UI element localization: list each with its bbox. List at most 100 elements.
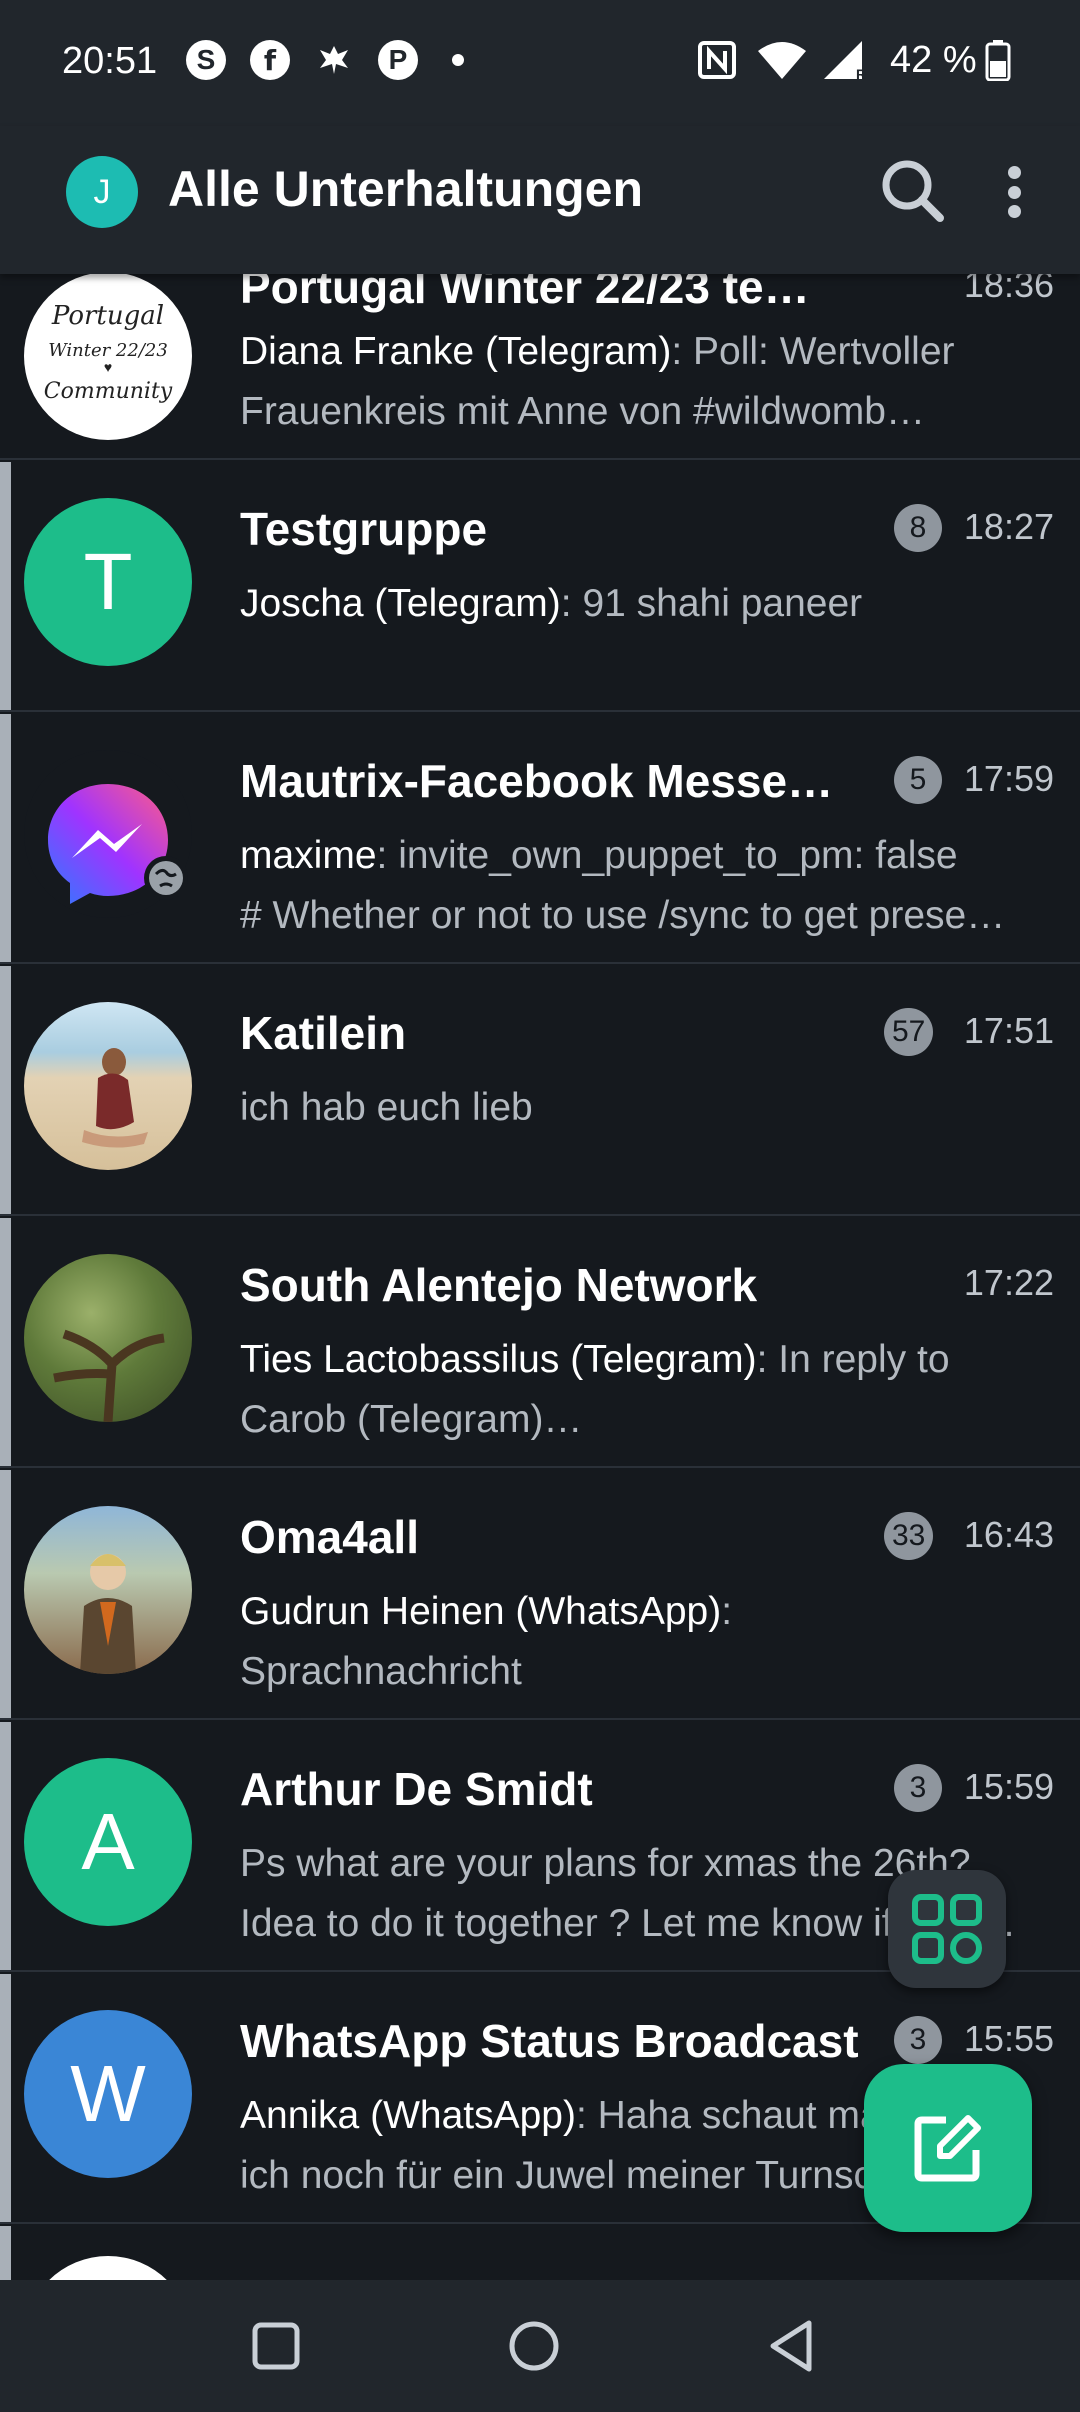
status-right: R 42 % (696, 36, 1011, 84)
conversation-preview: Ties Lactobassilus (Telegram): In reply … (240, 1330, 1040, 1450)
compose-button[interactable] (864, 2064, 1032, 2232)
conversation-time: 16:43 (963, 1514, 1054, 1555)
preview-sender: Diana Franke (Telegram) (240, 330, 672, 373)
preview-text-line2: # Whether or not to use /sync to get pre… (240, 894, 1006, 937)
conversation-time: 17:51 (963, 1010, 1054, 1051)
preview-text: : 91 shahi paneer (560, 582, 863, 625)
wifi-icon (758, 42, 806, 79)
status-bar: 20:51 S f P R 42 % (0, 0, 1080, 126)
conversation-time: 15:59 (963, 1766, 1054, 1807)
preview-text: : Poll: Wertvoller (671, 330, 955, 373)
conversation-row[interactable]: South Alentejo Network 17:22 Ties Lactob… (0, 1218, 1080, 1468)
preview-sender: Ties Lactobassilus (Telegram) (240, 1338, 757, 1381)
conversation-preview: maxime: invite_own_puppet_to_pm: false #… (240, 826, 1040, 946)
signal-icon: R (824, 41, 866, 81)
preview-sender: Annika (WhatsApp) (240, 2094, 576, 2137)
conversation-avatar: T (24, 498, 192, 666)
preview-text: ich hab euch lieb (240, 1086, 533, 1129)
menu-dot-icon (1007, 205, 1021, 218)
unread-badge: 5 (894, 756, 942, 804)
unread-badge: 3 (894, 2016, 942, 2064)
more-options-button[interactable] (996, 160, 1032, 224)
conversation-avatar: A (24, 1758, 192, 1926)
user-avatar[interactable]: J (66, 156, 138, 228)
preview-text: : (721, 1590, 733, 1633)
conversation-time: 15:55 (963, 2018, 1054, 2059)
conversation-title: Testgruppe (240, 503, 488, 555)
preview-text: : Haha schaut mal (575, 2094, 891, 2137)
status-time: 20:51 (62, 40, 158, 82)
square-icon (252, 2322, 300, 2370)
avatar-letter: W (70, 2049, 146, 2138)
compose-icon (914, 2115, 981, 2182)
facebook-icon: f (250, 40, 290, 80)
conversation-title: Mautrix-Facebook Messen… (240, 755, 860, 807)
conversation-preview: ich hab euch lieb (240, 1078, 1040, 1138)
preview-sender: Joscha (Telegram) (240, 582, 561, 625)
eagle-icon (314, 40, 354, 80)
conversation-title: Katilein (240, 1007, 407, 1059)
grid-icon (912, 1894, 982, 1964)
conversation-title: Arthur De Smidt (240, 1763, 593, 1815)
menu-dot-icon (1007, 185, 1021, 199)
spaces-button[interactable] (888, 1870, 1006, 1988)
unread-badge: 3 (894, 1764, 942, 1812)
conversation-row[interactable] (0, 2226, 1080, 2280)
conversation-avatar (24, 1002, 192, 1170)
recents-button[interactable] (244, 2314, 308, 2378)
svg-text:R: R (856, 66, 866, 81)
unread-badge: 33 (884, 1512, 934, 1560)
preview-sender: maxime (240, 834, 377, 877)
more-dot-icon (452, 40, 464, 80)
messenger-icon (48, 784, 188, 904)
preview-text-line2: Carob (Telegram)… (240, 1398, 583, 1441)
home-button[interactable] (502, 2314, 566, 2378)
conversation-avatar (24, 1506, 192, 1674)
conversation-avatar (24, 1254, 192, 1422)
preview-text: : invite_own_puppet_to_pm: false (376, 834, 958, 877)
conversation-preview: Diana Franke (Telegram): Poll: Wertvolle… (240, 322, 1040, 442)
svg-text:Winter 22/23: Winter 22/23 (48, 340, 168, 361)
conversation-time: 18:27 (963, 506, 1054, 547)
avatar-letter: A (81, 1797, 135, 1886)
search-icon (882, 160, 944, 222)
conversation-avatar (24, 750, 192, 918)
conversation-row[interactable]: T Testgruppe 8 18:27 Joscha (Telegram): … (0, 462, 1080, 712)
conversation-preview: Gudrun Heinen (WhatsApp): Sprachnachrich… (240, 1582, 1040, 1702)
conversation-row[interactable]: Oma4all 33 16:43 Gudrun Heinen (WhatsApp… (0, 1470, 1080, 1720)
conversation-avatar (24, 2256, 192, 2280)
system-navigation-bar (0, 2280, 1080, 2412)
conversation-time: 17:22 (963, 1262, 1054, 1303)
svg-text:Portugal: Portugal (51, 301, 164, 331)
preview-sender: Gudrun Heinen (WhatsApp) (240, 1590, 722, 1633)
conversation-row[interactable]: Mautrix-Facebook Messen… 5 17:59 maxime:… (0, 714, 1080, 964)
circle-icon (509, 2321, 559, 2371)
avatar-letter: T (83, 537, 133, 626)
conversation-preview: Joscha (Telegram): 91 shahi paneer (240, 574, 1040, 634)
preview-text: : In reply to (756, 1338, 950, 1381)
svg-text:Community: Community (44, 379, 173, 404)
back-button[interactable] (760, 2314, 824, 2378)
preview-text-line2: Sprachnachricht (240, 1650, 522, 1693)
unread-badge: 57 (884, 1008, 934, 1056)
conversation-time: 17:59 (963, 758, 1054, 799)
battery-percent: 42 % (890, 38, 977, 81)
conversation-title: South Alentejo Network (240, 1259, 758, 1311)
pinterest-icon: P (378, 40, 418, 80)
unread-badge: 8 (894, 504, 942, 552)
triangle-back-icon (770, 2320, 812, 2372)
battery-icon (985, 40, 1011, 81)
skype-icon: S (186, 40, 226, 80)
page-title: Alle Unterhaltungen (168, 161, 644, 217)
svg-text:♥: ♥ (104, 359, 112, 375)
menu-dot-icon (1007, 166, 1021, 179)
conversation-title: Oma4all (240, 1511, 419, 1563)
conversation-avatar: W (24, 2010, 192, 2178)
preview-text-line2: Frauenkreis mit Anne von #wildwomb… (240, 390, 925, 433)
conversation-avatar: Portugal Winter 22/23 ♥ Community (24, 272, 192, 440)
search-button[interactable] (876, 154, 948, 226)
app-bar: J Alle Unterhaltungen (0, 126, 1080, 274)
conversation-title: WhatsApp Status Broadcast (240, 2015, 859, 2067)
conversation-row[interactable]: Katilein 57 17:51 ich hab euch lieb (0, 966, 1080, 1216)
nfc-icon (698, 41, 736, 79)
